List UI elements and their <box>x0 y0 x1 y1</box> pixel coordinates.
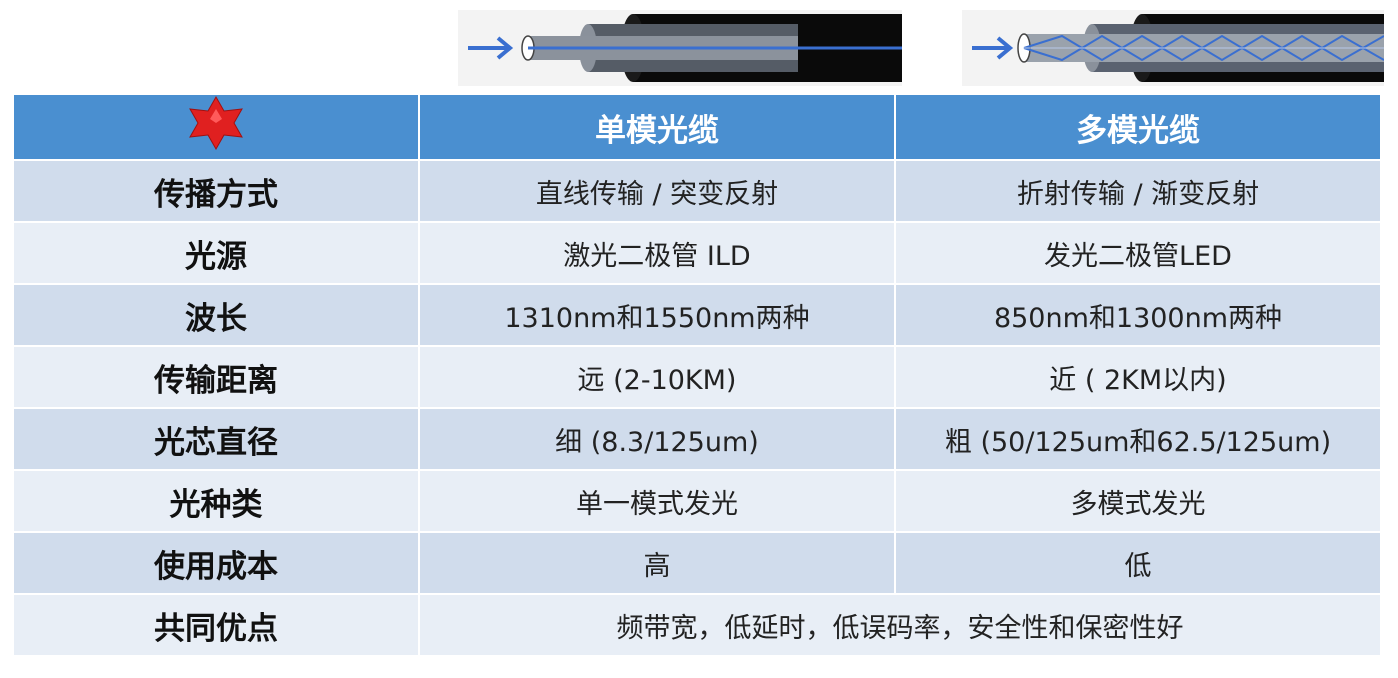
star-icon <box>184 95 248 159</box>
multi-mode-value: 850nm和1300nm两种 <box>896 285 1380 347</box>
multi-mode-fiber-diagram <box>962 10 1384 86</box>
corner-cell <box>14 95 420 161</box>
row-label: 光源 <box>14 223 420 285</box>
table-row: 光种类 单一模式发光 多模式发光 <box>14 471 1380 533</box>
single-mode-value: 细 (8.3/125um) <box>420 409 896 471</box>
table-header-row: 单模光缆 多模光缆 <box>14 95 1380 161</box>
row-label: 传播方式 <box>14 161 420 223</box>
table-row: 光源 激光二极管 ILD 发光二极管LED <box>14 223 1380 285</box>
row-label: 共同优点 <box>14 595 420 657</box>
header-multi-mode: 多模光缆 <box>896 95 1380 161</box>
row-label: 传输距离 <box>14 347 420 409</box>
fiber-comparison-table: 单模光缆 多模光缆 传播方式 直线传输 / 突变反射 折射传输 / 渐变反射 光… <box>14 95 1380 657</box>
multi-mode-value: 折射传输 / 渐变反射 <box>896 161 1380 223</box>
table-row: 光芯直径 细 (8.3/125um) 粗 (50/125um和62.5/125u… <box>14 409 1380 471</box>
header-single-mode: 单模光缆 <box>420 95 896 161</box>
table-footer-row: 共同优点 频带宽，低延时，低误码率，安全性和保密性好 <box>14 595 1380 657</box>
multi-mode-value: 低 <box>896 533 1380 595</box>
table-row: 波长 1310nm和1550nm两种 850nm和1300nm两种 <box>14 285 1380 347</box>
single-mode-value: 单一模式发光 <box>420 471 896 533</box>
multi-mode-value: 近 ( 2KM以内) <box>896 347 1380 409</box>
table-row: 传输距离 远 (2-10KM) 近 ( 2KM以内) <box>14 347 1380 409</box>
multi-mode-value: 粗 (50/125um和62.5/125um) <box>896 409 1380 471</box>
table-row: 使用成本 高 低 <box>14 533 1380 595</box>
single-mode-value: 直线传输 / 突变反射 <box>420 161 896 223</box>
common-advantages-value: 频带宽，低延时，低误码率，安全性和保密性好 <box>420 595 1380 657</box>
single-mode-value: 1310nm和1550nm两种 <box>420 285 896 347</box>
single-mode-value: 远 (2-10KM) <box>420 347 896 409</box>
multi-mode-value: 多模式发光 <box>896 471 1380 533</box>
row-label: 使用成本 <box>14 533 420 595</box>
multi-mode-value: 发光二极管LED <box>896 223 1380 285</box>
single-mode-value: 高 <box>420 533 896 595</box>
single-mode-value: 激光二极管 ILD <box>420 223 896 285</box>
row-label: 光种类 <box>14 471 420 533</box>
row-label: 光芯直径 <box>14 409 420 471</box>
table-row: 传播方式 直线传输 / 突变反射 折射传输 / 渐变反射 <box>14 161 1380 223</box>
single-mode-fiber-diagram <box>458 10 902 86</box>
row-label: 波长 <box>14 285 420 347</box>
